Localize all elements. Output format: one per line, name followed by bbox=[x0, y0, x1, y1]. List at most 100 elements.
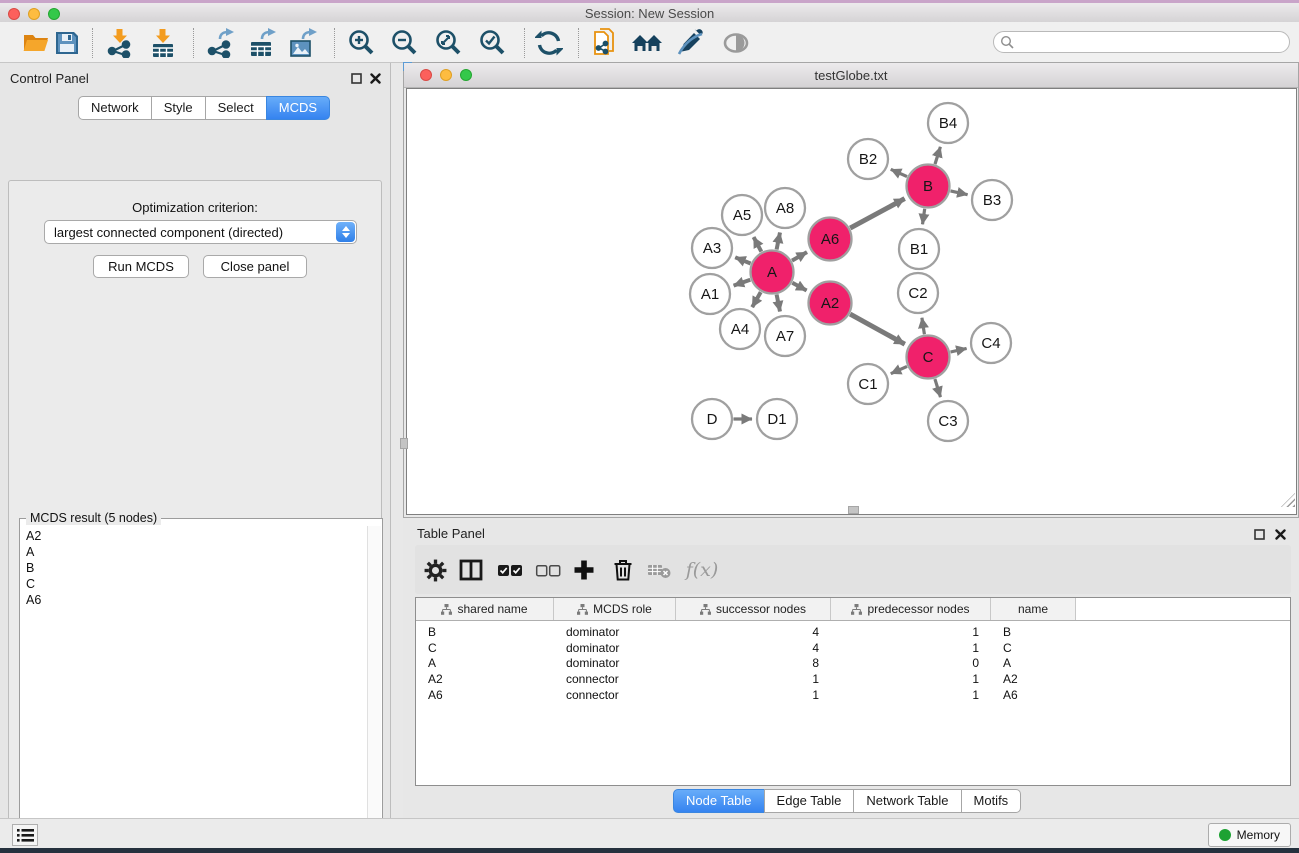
tab-mcds[interactable]: MCDS bbox=[266, 96, 330, 120]
network-edge-A-A6[interactable] bbox=[792, 252, 807, 261]
network-node-C3[interactable]: C3 bbox=[928, 401, 968, 441]
network-edge-C-C3[interactable] bbox=[935, 379, 941, 397]
import-table-button[interactable] bbox=[145, 26, 181, 60]
network-node-B[interactable]: B bbox=[907, 165, 950, 208]
network-edge-A6-B[interactable] bbox=[850, 199, 905, 229]
network-node-A3[interactable]: A3 bbox=[692, 228, 732, 268]
network-node-B1[interactable]: B1 bbox=[899, 229, 939, 269]
network-node-D[interactable]: D bbox=[692, 399, 732, 439]
mcds-result-item[interactable]: C bbox=[26, 576, 368, 592]
home-button[interactable] bbox=[629, 26, 665, 60]
network-edge-C-C2[interactable] bbox=[922, 318, 925, 335]
network-node-A1[interactable]: A1 bbox=[690, 274, 730, 314]
float-panel-button[interactable] bbox=[350, 72, 363, 85]
table-row[interactable]: Cdominator41C bbox=[416, 640, 1290, 656]
network-node-C[interactable]: C bbox=[907, 336, 950, 379]
mcds-result-item[interactable]: A2 bbox=[26, 528, 368, 544]
network-node-A7[interactable]: A7 bbox=[765, 316, 805, 356]
zoom-in-button[interactable] bbox=[344, 26, 380, 60]
zoom-selected-button[interactable] bbox=[475, 26, 511, 60]
network-edge-A-A4[interactable] bbox=[752, 292, 761, 307]
network-edge-B-B1[interactable] bbox=[923, 209, 925, 225]
bottom-scroll-handle[interactable] bbox=[848, 506, 859, 514]
network-edge-A-A3[interactable] bbox=[735, 257, 750, 263]
task-history-button[interactable] bbox=[12, 824, 38, 846]
show-hide-graphics-button[interactable] bbox=[718, 26, 754, 60]
network-edge-C-C4[interactable] bbox=[951, 348, 967, 352]
network-node-B3[interactable]: B3 bbox=[972, 180, 1012, 220]
tab-style[interactable]: Style bbox=[151, 96, 206, 120]
export-image-button[interactable] bbox=[285, 26, 321, 60]
table-row[interactable]: A6connector11A6 bbox=[416, 687, 1290, 703]
hide-annotations-button[interactable] bbox=[672, 26, 708, 60]
network-node-B2[interactable]: B2 bbox=[848, 139, 888, 179]
deselect-all-button[interactable] bbox=[531, 553, 565, 587]
search-input[interactable] bbox=[1014, 32, 1289, 52]
column-header-predecessor-nodes[interactable]: predecessor nodes bbox=[831, 598, 991, 620]
tab-network[interactable]: Network bbox=[78, 96, 152, 120]
network-edge-B-B2[interactable] bbox=[891, 169, 907, 176]
network-node-A8[interactable]: A8 bbox=[765, 188, 805, 228]
network-node-C4[interactable]: C4 bbox=[971, 323, 1011, 363]
network-edge-A-A7[interactable] bbox=[777, 295, 780, 312]
network-edge-A2-C[interactable] bbox=[850, 314, 905, 344]
column-header-name[interactable]: name bbox=[991, 598, 1076, 620]
network-window-titlebar[interactable]: testGlobe.txt bbox=[404, 63, 1298, 88]
network-canvas[interactable]: B4 B2 B B3 A5A8A6 B1 A3 A C2 A1 A2 A4A7 C4 C C1 C3 D D1 bbox=[406, 88, 1297, 515]
delete-column-button[interactable] bbox=[606, 553, 640, 587]
tab-node-table[interactable]: Node Table bbox=[673, 789, 765, 813]
export-table-button[interactable] bbox=[244, 26, 280, 60]
mcds-result-item[interactable]: A6 bbox=[26, 592, 368, 608]
network-edge-A-A2[interactable] bbox=[792, 283, 806, 291]
table-row[interactable]: A2connector11A2 bbox=[416, 671, 1290, 687]
tab-network-table[interactable]: Network Table bbox=[853, 789, 961, 813]
network-node-C1[interactable]: C1 bbox=[848, 364, 888, 404]
network-node-B4[interactable]: B4 bbox=[928, 103, 968, 143]
network-edge-B-B3[interactable] bbox=[951, 191, 968, 195]
close-table-panel-button[interactable] bbox=[1274, 528, 1287, 541]
column-header-mcds-role[interactable]: MCDS role bbox=[554, 598, 676, 620]
close-mcds-panel-button[interactable]: Close panel bbox=[203, 255, 307, 278]
left-scroll-handle[interactable] bbox=[400, 438, 408, 449]
zoom-out-button[interactable] bbox=[387, 26, 423, 60]
table-row[interactable]: Bdominator41B bbox=[416, 624, 1290, 640]
network-node-D1[interactable]: D1 bbox=[757, 399, 797, 439]
column-header-shared-name[interactable]: shared name bbox=[416, 598, 554, 620]
import-network-button[interactable] bbox=[102, 26, 138, 60]
network-node-A[interactable]: A bbox=[751, 251, 794, 294]
result-list-scrollbar[interactable] bbox=[367, 526, 381, 853]
apply-function-button[interactable]: f(x) bbox=[680, 553, 724, 587]
network-node-C2[interactable]: C2 bbox=[898, 273, 938, 313]
run-mcds-button[interactable]: Run MCDS bbox=[93, 255, 189, 278]
network-edge-C-C1[interactable] bbox=[891, 366, 907, 373]
mcds-result-item[interactable]: A bbox=[26, 544, 368, 560]
zoom-fit-button[interactable] bbox=[431, 26, 467, 60]
refresh-button[interactable] bbox=[531, 26, 567, 60]
network-node-A4[interactable]: A4 bbox=[720, 309, 760, 349]
tab-motifs[interactable]: Motifs bbox=[961, 789, 1022, 813]
tab-select[interactable]: Select bbox=[205, 96, 267, 120]
network-edge-B-B4[interactable] bbox=[935, 147, 940, 164]
close-panel-button[interactable] bbox=[369, 72, 382, 85]
network-node-A2[interactable]: A2 bbox=[809, 282, 852, 325]
show-columns-button[interactable] bbox=[454, 553, 488, 587]
float-table-panel-button[interactable] bbox=[1253, 528, 1266, 541]
network-node-A6[interactable]: A6 bbox=[809, 218, 852, 261]
optimization-criterion-select[interactable]: largest connected component (directed) bbox=[44, 220, 357, 244]
export-network-button[interactable] bbox=[202, 26, 238, 60]
table-settings-button[interactable] bbox=[418, 553, 452, 587]
save-session-button[interactable] bbox=[49, 26, 85, 60]
delete-table-button[interactable] bbox=[642, 553, 676, 587]
mcds-result-item[interactable]: B bbox=[26, 560, 368, 576]
select-all-button[interactable] bbox=[493, 553, 527, 587]
network-edge-A-A5[interactable] bbox=[754, 237, 762, 252]
tab-edge-table[interactable]: Edge Table bbox=[764, 789, 855, 813]
memory-button[interactable]: Memory bbox=[1208, 823, 1291, 847]
network-from-file-button[interactable] bbox=[588, 26, 624, 60]
network-node-A5[interactable]: A5 bbox=[722, 195, 762, 235]
add-column-button[interactable] bbox=[567, 553, 601, 587]
column-header-successor-nodes[interactable]: successor nodes bbox=[676, 598, 831, 620]
network-edge-A-A1[interactable] bbox=[734, 280, 751, 286]
table-row[interactable]: Adominator80A bbox=[416, 656, 1290, 672]
network-edge-A-A8[interactable] bbox=[777, 233, 780, 250]
